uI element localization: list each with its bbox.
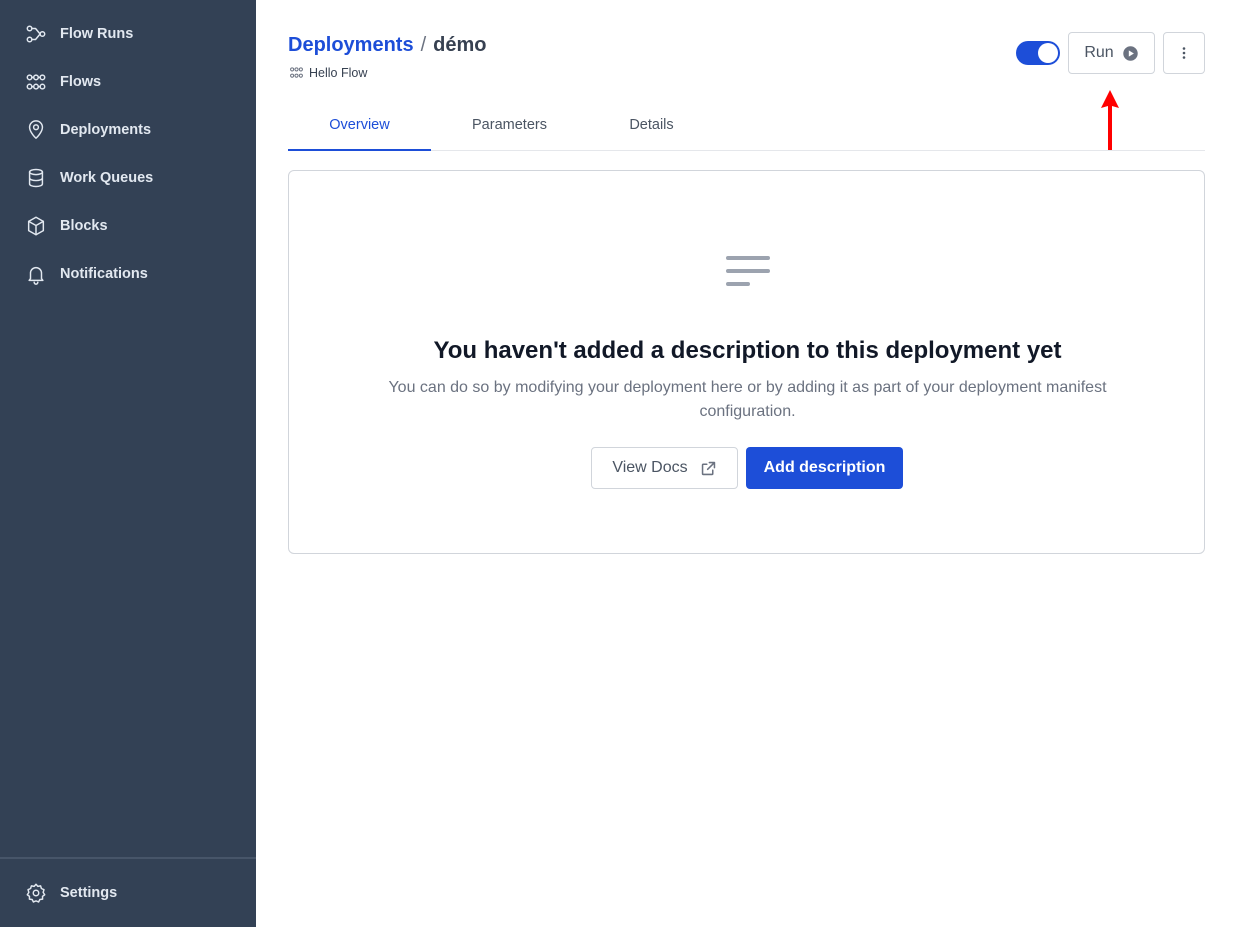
schedule-toggle[interactable] [1016, 41, 1060, 65]
sidebar-item-flows[interactable]: Flows [0, 62, 256, 102]
location-pin-icon [24, 118, 48, 142]
play-icon [1122, 45, 1138, 61]
text-lines-icon [726, 256, 770, 286]
sidebar-item-flow-runs[interactable]: Flow Runs [0, 14, 256, 54]
view-docs-label: View Docs [612, 459, 688, 476]
sidebar-item-label: Flow Runs [60, 26, 134, 42]
sidebar-item-label: Blocks [60, 218, 108, 234]
empty-state-title: You haven't added a description to this … [433, 337, 1062, 364]
external-link-icon [701, 461, 715, 475]
run-button-label: Run [1084, 44, 1114, 61]
tab-parameters[interactable]: Parameters [438, 100, 581, 150]
empty-state-message: You can do so by modifying your deployme… [388, 379, 1107, 420]
flow-link[interactable]: Hello Flow [289, 65, 367, 80]
breadcrumb-deployments-link[interactable]: Deployments [288, 34, 414, 57]
view-docs-button[interactable]: View Docs [591, 447, 738, 489]
page-title: démo [433, 34, 487, 56]
add-description-button[interactable]: Add description [746, 447, 903, 489]
flow-name: Hello Flow [309, 65, 368, 80]
sidebar-item-label: Work Queues [60, 170, 154, 186]
gear-icon [24, 881, 48, 905]
vertical-dots-icon [1182, 47, 1186, 59]
tab-bar: Overview Parameters Details [288, 100, 1205, 151]
sidebar-item-label: Notifications [60, 266, 148, 282]
sidebar-item-settings[interactable]: Settings [0, 873, 256, 913]
more-options-button[interactable] [1163, 32, 1205, 74]
sidebar-item-work-queues[interactable]: Work Queues [0, 158, 256, 198]
sidebar: Flow Runs Flows Deployments Work Queues … [0, 0, 256, 927]
sidebar-item-label: Deployments [60, 122, 152, 138]
sidebar-item-label: Flows [60, 74, 102, 90]
cube-icon [24, 214, 48, 238]
sidebar-item-notifications[interactable]: Notifications [0, 254, 256, 294]
tab-details[interactable]: Details [580, 100, 723, 150]
flow-runs-icon [24, 22, 48, 46]
flow-icon [290, 67, 303, 78]
breadcrumb: Deployments / démo [288, 34, 487, 57]
description-card: You haven't added a description to this … [288, 170, 1205, 554]
sidebar-item-deployments[interactable]: Deployments [0, 110, 256, 150]
sidebar-divider [0, 857, 256, 859]
sidebar-item-label: Settings [60, 885, 118, 901]
toggle-knob [1038, 43, 1058, 63]
breadcrumb-separator: / [420, 34, 427, 56]
bell-icon [24, 262, 48, 286]
sidebar-item-blocks[interactable]: Blocks [0, 206, 256, 246]
run-button[interactable]: Run [1068, 32, 1155, 74]
tab-overview[interactable]: Overview [288, 100, 431, 151]
flows-icon [24, 70, 48, 94]
database-icon [24, 166, 48, 190]
